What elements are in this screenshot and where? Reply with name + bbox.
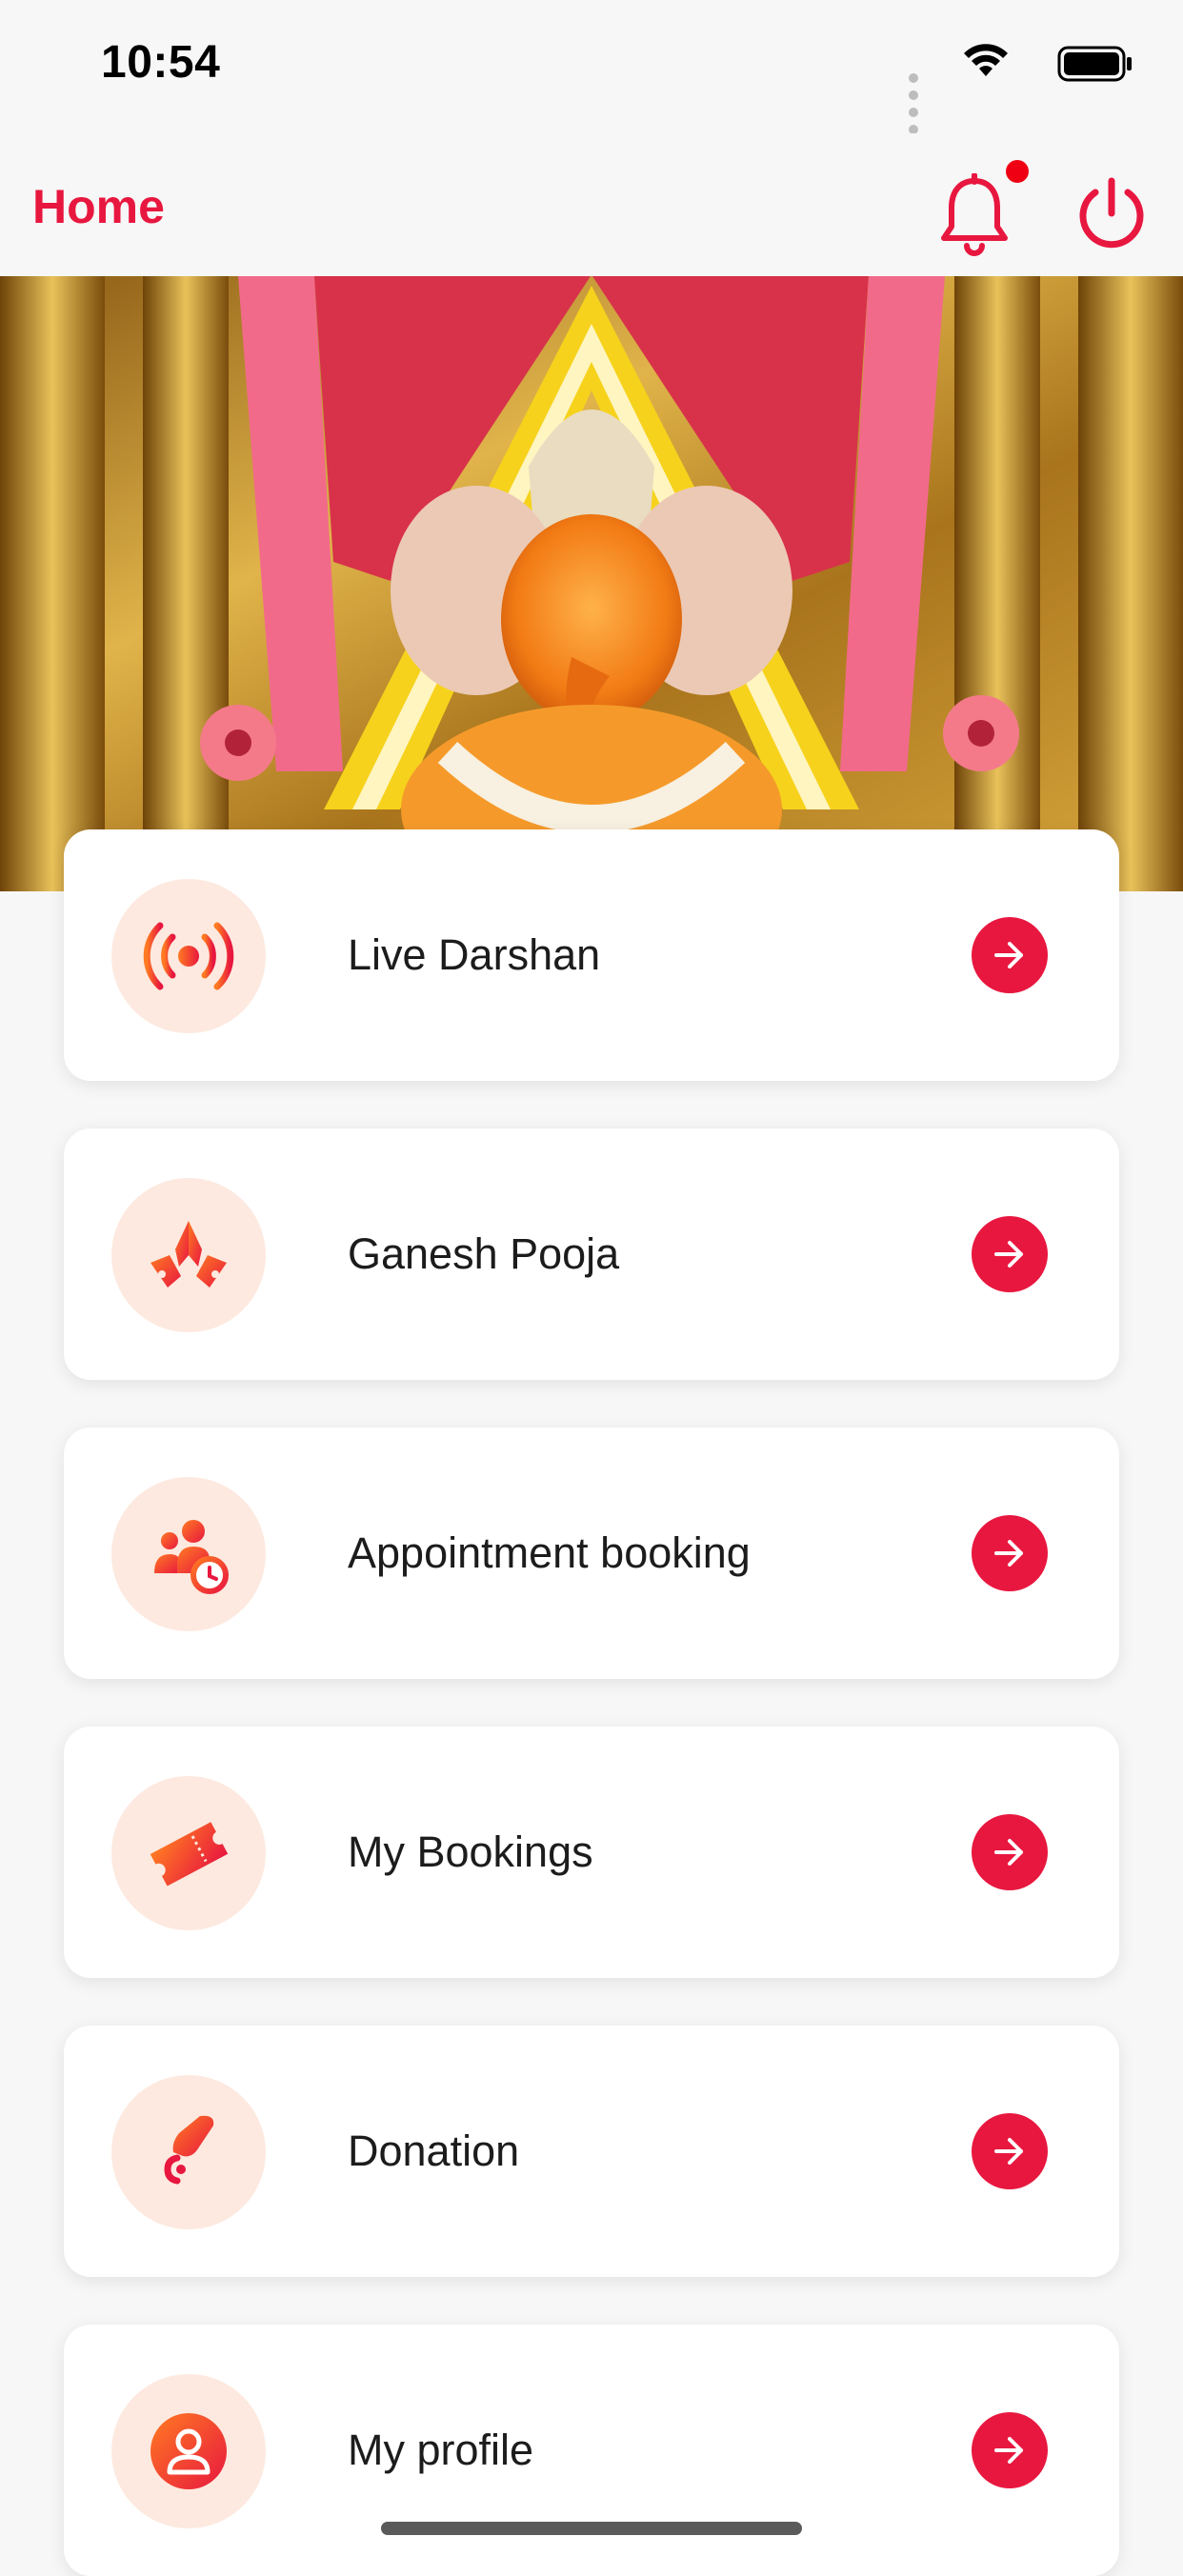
menu-item-ganesh-pooja[interactable]: Ganesh Pooja xyxy=(64,1128,1119,1380)
arrow-right-icon xyxy=(994,942,1023,968)
menu-item-label: My Bookings xyxy=(348,1827,593,1876)
temple-deity-image xyxy=(0,276,1183,891)
go-button[interactable] xyxy=(972,2412,1048,2488)
menu-icon-container xyxy=(111,879,266,1033)
home-indicator[interactable] xyxy=(381,2522,802,2535)
ticket-icon xyxy=(150,1822,229,1887)
menu-item-label: My profile xyxy=(348,2426,534,2474)
wifi-icon xyxy=(964,44,1008,76)
folded-hands-icon xyxy=(150,1221,227,1288)
menu-item-label: Donation xyxy=(348,2127,520,2175)
notification-badge xyxy=(1006,160,1029,183)
battery-icon xyxy=(1057,46,1132,82)
menu-icon-container xyxy=(111,2075,266,2229)
arrow-right-icon xyxy=(994,1241,1023,1268)
menu-item-my-profile[interactable]: My profile xyxy=(64,2325,1119,2576)
hero-banner xyxy=(0,276,1183,891)
live-broadcast-icon xyxy=(143,922,234,990)
signal-icon xyxy=(905,70,918,139)
status-time: 10:54 xyxy=(101,37,221,88)
donate-hand-icon xyxy=(164,2115,214,2185)
power-icon xyxy=(1079,177,1144,249)
bell-icon xyxy=(941,172,1008,256)
arrow-right-icon xyxy=(994,2437,1023,2464)
go-button[interactable] xyxy=(972,1216,1048,1292)
menu-icon-container xyxy=(111,2374,266,2528)
arrow-right-icon xyxy=(994,1540,1023,1567)
menu-item-donation[interactable]: Donation xyxy=(64,2026,1119,2277)
group-clock-icon xyxy=(154,1520,229,1594)
go-button[interactable] xyxy=(972,1814,1048,1890)
status-bar: 10:54 xyxy=(0,0,1183,134)
go-button[interactable] xyxy=(972,2113,1048,2189)
go-button[interactable] xyxy=(972,917,1048,993)
menu-icon-container xyxy=(111,1178,266,1332)
arrow-right-icon xyxy=(994,2138,1023,2165)
page-title: Home xyxy=(32,180,165,233)
menu-icon-container xyxy=(111,1477,266,1631)
user-profile-icon xyxy=(150,2413,227,2489)
menu-item-my-bookings[interactable]: My Bookings xyxy=(64,1727,1119,1978)
menu-item-label: Ganesh Pooja xyxy=(348,1229,620,1278)
menu-icon-container xyxy=(111,1776,266,1930)
menu-item-label: Live Darshan xyxy=(348,930,601,979)
menu-item-appointment-booking[interactable]: Appointment booking xyxy=(64,1428,1119,1679)
logout-button[interactable] xyxy=(1074,175,1149,251)
menu-item-live-darshan[interactable]: Live Darshan xyxy=(64,829,1119,1081)
arrow-right-icon xyxy=(994,1839,1023,1866)
notification-button[interactable] xyxy=(938,172,1011,259)
menu-item-label: Appointment booking xyxy=(348,1528,751,1577)
go-button[interactable] xyxy=(972,1515,1048,1591)
top-nav-bar: Home xyxy=(0,133,1183,276)
